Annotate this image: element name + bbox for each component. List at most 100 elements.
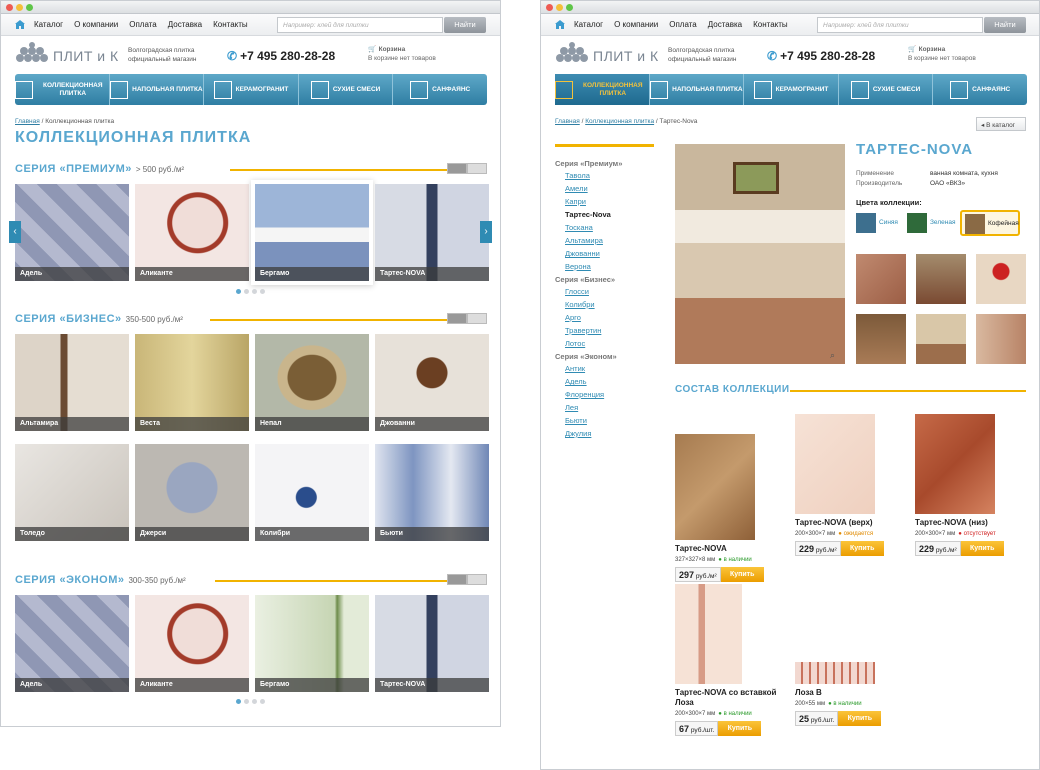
brand-name[interactable]: ПЛИТ и К [593, 48, 659, 64]
product-name[interactable]: Лоза В [795, 688, 910, 698]
tile-card[interactable]: Бергамо [255, 184, 369, 281]
tile-card[interactable]: Альтамира [15, 334, 129, 431]
product-image[interactable] [795, 414, 875, 514]
sidebar-item[interactable]: Верона [565, 262, 654, 271]
list-view-icon[interactable] [447, 163, 467, 174]
sidebar-item[interactable]: Глосси [565, 287, 654, 296]
sidebar-item[interactable]: Капри [565, 197, 654, 206]
maximize-dot[interactable] [26, 4, 33, 11]
minimize-dot[interactable] [556, 4, 563, 11]
product-card[interactable]: Тартес-NOVA 327×327×8 мм ● в наличии 297 … [675, 434, 790, 582]
carousel-next-arrow-icon[interactable]: › [480, 221, 492, 243]
logo-icon[interactable] [15, 42, 49, 64]
maximize-dot[interactable] [566, 4, 573, 11]
brand-name[interactable]: ПЛИТ и К [53, 48, 119, 64]
sidebar-item-current[interactable]: Тартес-Nova [565, 210, 654, 219]
sidebar-item[interactable]: Альтамира [565, 236, 654, 245]
buy-button[interactable]: Купить [840, 541, 884, 556]
tile-card[interactable]: Бергамо [255, 595, 369, 692]
product-image[interactable] [795, 662, 875, 684]
view-toggle[interactable] [447, 163, 487, 174]
carousel-dot[interactable] [244, 289, 249, 294]
menu-item-porcelain[interactable]: Керамогранит [204, 74, 299, 105]
breadcrumb-home[interactable]: Главная [15, 118, 40, 125]
buy-button[interactable]: Купить [960, 541, 1004, 556]
nav-link-contacts[interactable]: Контакты [753, 20, 788, 29]
home-icon[interactable] [555, 20, 565, 29]
sidebar-item[interactable]: Колибри [565, 300, 654, 309]
carousel-dot[interactable] [260, 699, 265, 704]
tile-card[interactable]: Колибри [255, 444, 369, 541]
breadcrumb-home[interactable]: Главная [555, 118, 580, 125]
close-dot[interactable] [6, 4, 13, 11]
sidebar-item[interactable]: Лотос [565, 339, 654, 348]
minimize-dot[interactable] [16, 4, 23, 11]
list-view-icon[interactable] [447, 313, 467, 324]
product-card[interactable]: Тартес-NOVA (низ) 200×300×7 мм ● отсутств… [915, 414, 1030, 556]
nav-link-contacts[interactable]: Контакты [213, 20, 248, 29]
tile-card[interactable]: Веста [135, 334, 249, 431]
search-input[interactable]: Например: клей для плитки [817, 17, 983, 33]
grid-view-icon[interactable] [467, 163, 487, 174]
carousel-dot[interactable] [244, 699, 249, 704]
product-image[interactable] [675, 584, 742, 684]
buy-button[interactable]: Купить [718, 721, 762, 736]
buy-button[interactable]: Купить [720, 567, 764, 582]
nav-link-delivery[interactable]: Доставка [168, 20, 202, 29]
sidebar-item[interactable]: Лея [565, 403, 654, 412]
tile-card[interactable]: Тартес-NOVA [375, 184, 489, 281]
gallery-thumb[interactable] [976, 254, 1026, 304]
view-toggle[interactable] [447, 574, 487, 585]
sidebar-item[interactable]: Бьюти [565, 416, 654, 425]
sidebar-item[interactable]: Джулия [565, 429, 654, 438]
gallery-thumb[interactable] [916, 314, 966, 364]
tile-card[interactable]: Джерси [135, 444, 249, 541]
carousel-dot[interactable] [260, 289, 265, 294]
tile-card[interactable]: Бьюти [375, 444, 489, 541]
sidebar-item[interactable]: Адель [565, 377, 654, 386]
tile-card[interactable]: Джованни [375, 334, 489, 431]
product-card[interactable]: Тартес-NOVA со вставкой Лоза 200×300×7 м… [675, 584, 790, 736]
product-image[interactable] [915, 414, 995, 514]
sidebar-item[interactable]: Травертин [565, 326, 654, 335]
cart-widget[interactable]: 🛒 Корзина В корзине нет товаров [908, 43, 976, 62]
buy-button[interactable]: Купить [838, 711, 882, 726]
color-option-coffee-selected[interactable]: Кофейная [960, 210, 1020, 236]
zoom-icon[interactable]: ⌕ [830, 350, 835, 361]
sidebar-item[interactable]: Джованни [565, 249, 654, 258]
tile-card[interactable]: Адель [15, 184, 129, 281]
menu-item-porcelain[interactable]: Керамогранит [744, 74, 839, 105]
cart-widget[interactable]: 🛒 Корзина В корзине нет товаров [368, 43, 436, 62]
product-card[interactable]: Тартес-NOVA (верх) 200×300×7 мм ● ожидает… [795, 414, 910, 556]
grid-view-icon[interactable] [467, 574, 487, 585]
menu-item-sanitary[interactable]: Санфаянс [393, 74, 487, 105]
tile-card[interactable]: Непал [255, 334, 369, 431]
product-name[interactable]: Тартес-NOVA [675, 544, 790, 554]
search-button[interactable]: Найти [444, 17, 486, 33]
menu-item-dry-mix[interactable]: Сухие смеси [839, 74, 934, 105]
search-input[interactable]: Например: клей для плитки [277, 17, 443, 33]
list-view-icon[interactable] [447, 574, 467, 585]
product-name[interactable]: Тартес-NOVA (верх) [795, 518, 910, 528]
nav-link-catalog[interactable]: Каталог [34, 20, 63, 29]
tile-card[interactable]: Аликанте [135, 184, 249, 281]
breadcrumb-collection[interactable]: Коллекционная плитка [585, 118, 654, 125]
tile-card[interactable]: Адель [15, 595, 129, 692]
product-card[interactable]: Лоза В 200×55 мм ● в наличии 25 руб./шт. К… [795, 662, 910, 726]
tile-card[interactable]: Тартес-NOVA [375, 595, 489, 692]
gallery-thumb[interactable] [976, 314, 1026, 364]
sidebar-item[interactable]: Арго [565, 313, 654, 322]
menu-item-collection[interactable]: Коллекционная плитка [15, 74, 110, 105]
gallery-thumb[interactable] [856, 314, 906, 364]
product-name[interactable]: Тартес-NOVA (низ) [915, 518, 1030, 528]
sidebar-item[interactable]: Амели [565, 184, 654, 193]
search-button[interactable]: Найти [984, 17, 1026, 33]
home-icon[interactable] [15, 20, 25, 29]
gallery-thumb[interactable] [856, 254, 906, 304]
carousel-dot[interactable] [236, 289, 241, 294]
sidebar-item[interactable]: Тоскана [565, 223, 654, 232]
carousel-dot[interactable] [236, 699, 241, 704]
sidebar-item[interactable]: Флоренция [565, 390, 654, 399]
menu-item-dry-mix[interactable]: Сухие смеси [299, 74, 394, 105]
close-dot[interactable] [546, 4, 553, 11]
